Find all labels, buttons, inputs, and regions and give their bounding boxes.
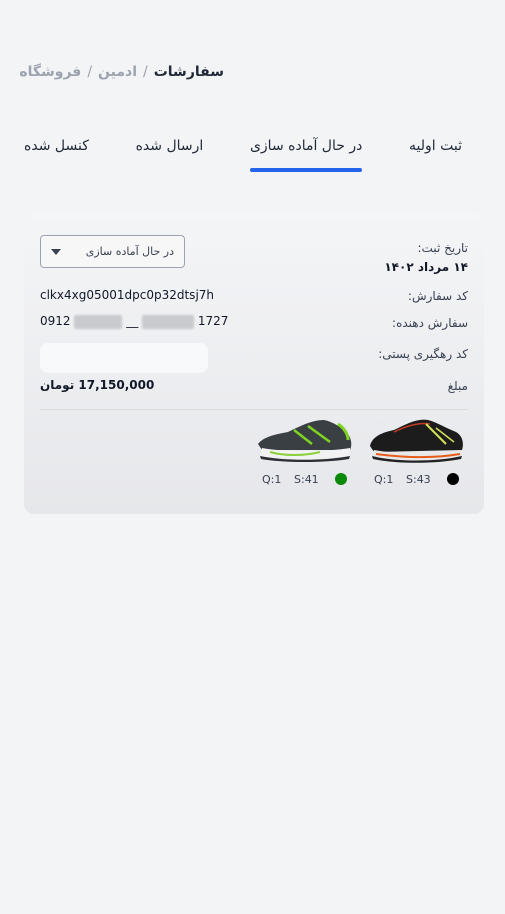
breadcrumb: سفارشات / ادمین / فروشگاه <box>19 64 224 84</box>
status-dropdown[interactable]: در حال آماده سازی <box>40 235 185 268</box>
product-quantity: Q:1 <box>262 473 282 486</box>
product-item[interactable]: Q:1 S:43 <box>366 414 466 494</box>
customer-label: سفارش دهنده: <box>392 316 468 330</box>
date-value: ۱۴ مرداد ۱۴۰۲ <box>384 260 468 274</box>
order-card: در حال آماده سازی تاریخ ثبت: ۱۴ مرداد ۱۴… <box>24 212 484 514</box>
divider <box>40 409 468 410</box>
order-status-tabs: ثبت اولیه در حال آماده سازی ارسال شده کن… <box>24 130 474 172</box>
running-shoe-black-icon <box>370 419 463 463</box>
breadcrumb-separator: / <box>87 64 93 80</box>
product-size: S:41 <box>294 473 319 486</box>
phone-suffix: 1727 <box>197 314 229 328</box>
breadcrumb-item-admin[interactable]: ادمین <box>98 64 137 80</box>
phone-separator: __ <box>126 314 139 328</box>
order-code-label: کد سفارش: <box>407 289 468 303</box>
tracking-code-input[interactable] <box>40 343 208 373</box>
product-meta: Q:1 S:41 <box>254 472 354 488</box>
breadcrumb-current: سفارشات <box>153 64 224 80</box>
amount-value: 17,150,000 تومان <box>40 378 155 392</box>
phone-redacted-block <box>74 314 123 329</box>
breadcrumb-item-shop[interactable]: فروشگاه <box>19 64 81 80</box>
order-code-value: clkx4xg05001dpc0p32dtsj7h <box>40 288 215 302</box>
tab-cancelled[interactable]: کنسل شده <box>24 130 89 172</box>
product-meta: Q:1 S:43 <box>366 472 466 488</box>
phone-prefix: 0912 <box>40 314 71 328</box>
amount-label: مبلغ <box>447 379 468 393</box>
tab-initial[interactable]: ثبت اولیه <box>409 130 462 172</box>
color-swatch <box>335 473 347 485</box>
product-size: S:43 <box>406 473 431 486</box>
product-item[interactable]: Q:1 S:41 <box>254 414 354 494</box>
status-dropdown-value: در حال آماده سازی <box>85 245 174 258</box>
phone-redacted-block <box>142 314 195 329</box>
product-quantity: Q:1 <box>374 473 394 486</box>
breadcrumb-separator: / <box>143 64 148 80</box>
date-label: تاریخ ثبت: <box>417 241 468 255</box>
tab-shipped[interactable]: ارسال شده <box>136 130 204 172</box>
color-swatch <box>447 473 459 485</box>
running-shoe-green-icon <box>258 420 352 462</box>
customer-phone: 0912 __ 1727 <box>40 314 228 329</box>
chevron-down-icon <box>51 248 61 255</box>
tab-preparing[interactable]: در حال آماده سازی <box>249 130 363 172</box>
tracking-label: کد رهگیری پستی: <box>378 347 468 361</box>
